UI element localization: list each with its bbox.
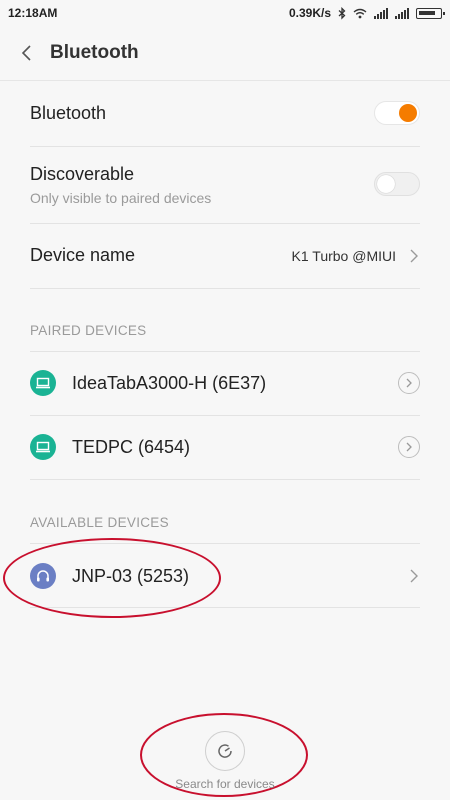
refresh-icon xyxy=(218,744,232,758)
bluetooth-toggle[interactable] xyxy=(374,101,420,125)
battery-icon xyxy=(416,7,445,19)
discoverable-subtitle: Only visible to paired devices xyxy=(30,190,212,206)
chevron-right-icon xyxy=(410,249,418,263)
device-name-value: K1 Turbo @MIUI xyxy=(291,248,396,264)
paired-device-name: IdeaTabA3000-H (6E37) xyxy=(72,373,267,393)
toggle-knob xyxy=(399,104,417,122)
signal-icon xyxy=(374,7,388,19)
laptop-icon xyxy=(30,370,56,396)
paired-device-row[interactable]: TEDPC (6454) xyxy=(0,416,450,479)
paired-device-name: TEDPC (6454) xyxy=(72,437,191,457)
divider xyxy=(30,479,420,480)
status-bar: 12:18AM 0.39K/s xyxy=(0,0,450,26)
chevron-right-icon xyxy=(410,569,418,583)
bluetooth-label: Bluetooth xyxy=(30,103,107,123)
device-settings-button[interactable] xyxy=(398,436,420,458)
action-bar: Bluetooth xyxy=(0,26,450,80)
divider xyxy=(30,288,420,289)
bluetooth-icon xyxy=(338,6,346,20)
paired-device-row[interactable]: IdeaTabA3000-H (6E37) xyxy=(0,352,450,415)
action-bar-divider xyxy=(0,80,450,81)
back-arrow-icon[interactable] xyxy=(14,40,40,66)
available-devices-header: AVAILABLE DEVICES xyxy=(30,515,169,530)
highlight-annotation xyxy=(3,538,221,618)
bluetooth-row[interactable]: Bluetooth xyxy=(0,82,450,146)
paired-devices-header: PAIRED DEVICES xyxy=(30,323,147,338)
discoverable-toggle[interactable] xyxy=(374,172,420,196)
page-title: Bluetooth xyxy=(50,42,139,63)
wifi-icon xyxy=(353,8,367,18)
signal-icon-2 xyxy=(395,7,409,19)
device-name-row[interactable]: Device name K1 Turbo @MIUI xyxy=(0,224,450,288)
network-speed: 0.39K/s xyxy=(288,6,331,20)
toggle-knob xyxy=(377,175,395,193)
status-icons: 0.39K/s xyxy=(288,5,445,21)
search-devices-label[interactable]: Search for devices xyxy=(0,777,450,791)
laptop-icon xyxy=(30,434,56,460)
status-time: 12:18AM xyxy=(8,6,58,20)
device-settings-button[interactable] xyxy=(398,372,420,394)
search-devices-button[interactable] xyxy=(205,731,245,771)
device-name-label: Device name xyxy=(30,245,136,265)
discoverable-label: Discoverable xyxy=(30,164,135,184)
